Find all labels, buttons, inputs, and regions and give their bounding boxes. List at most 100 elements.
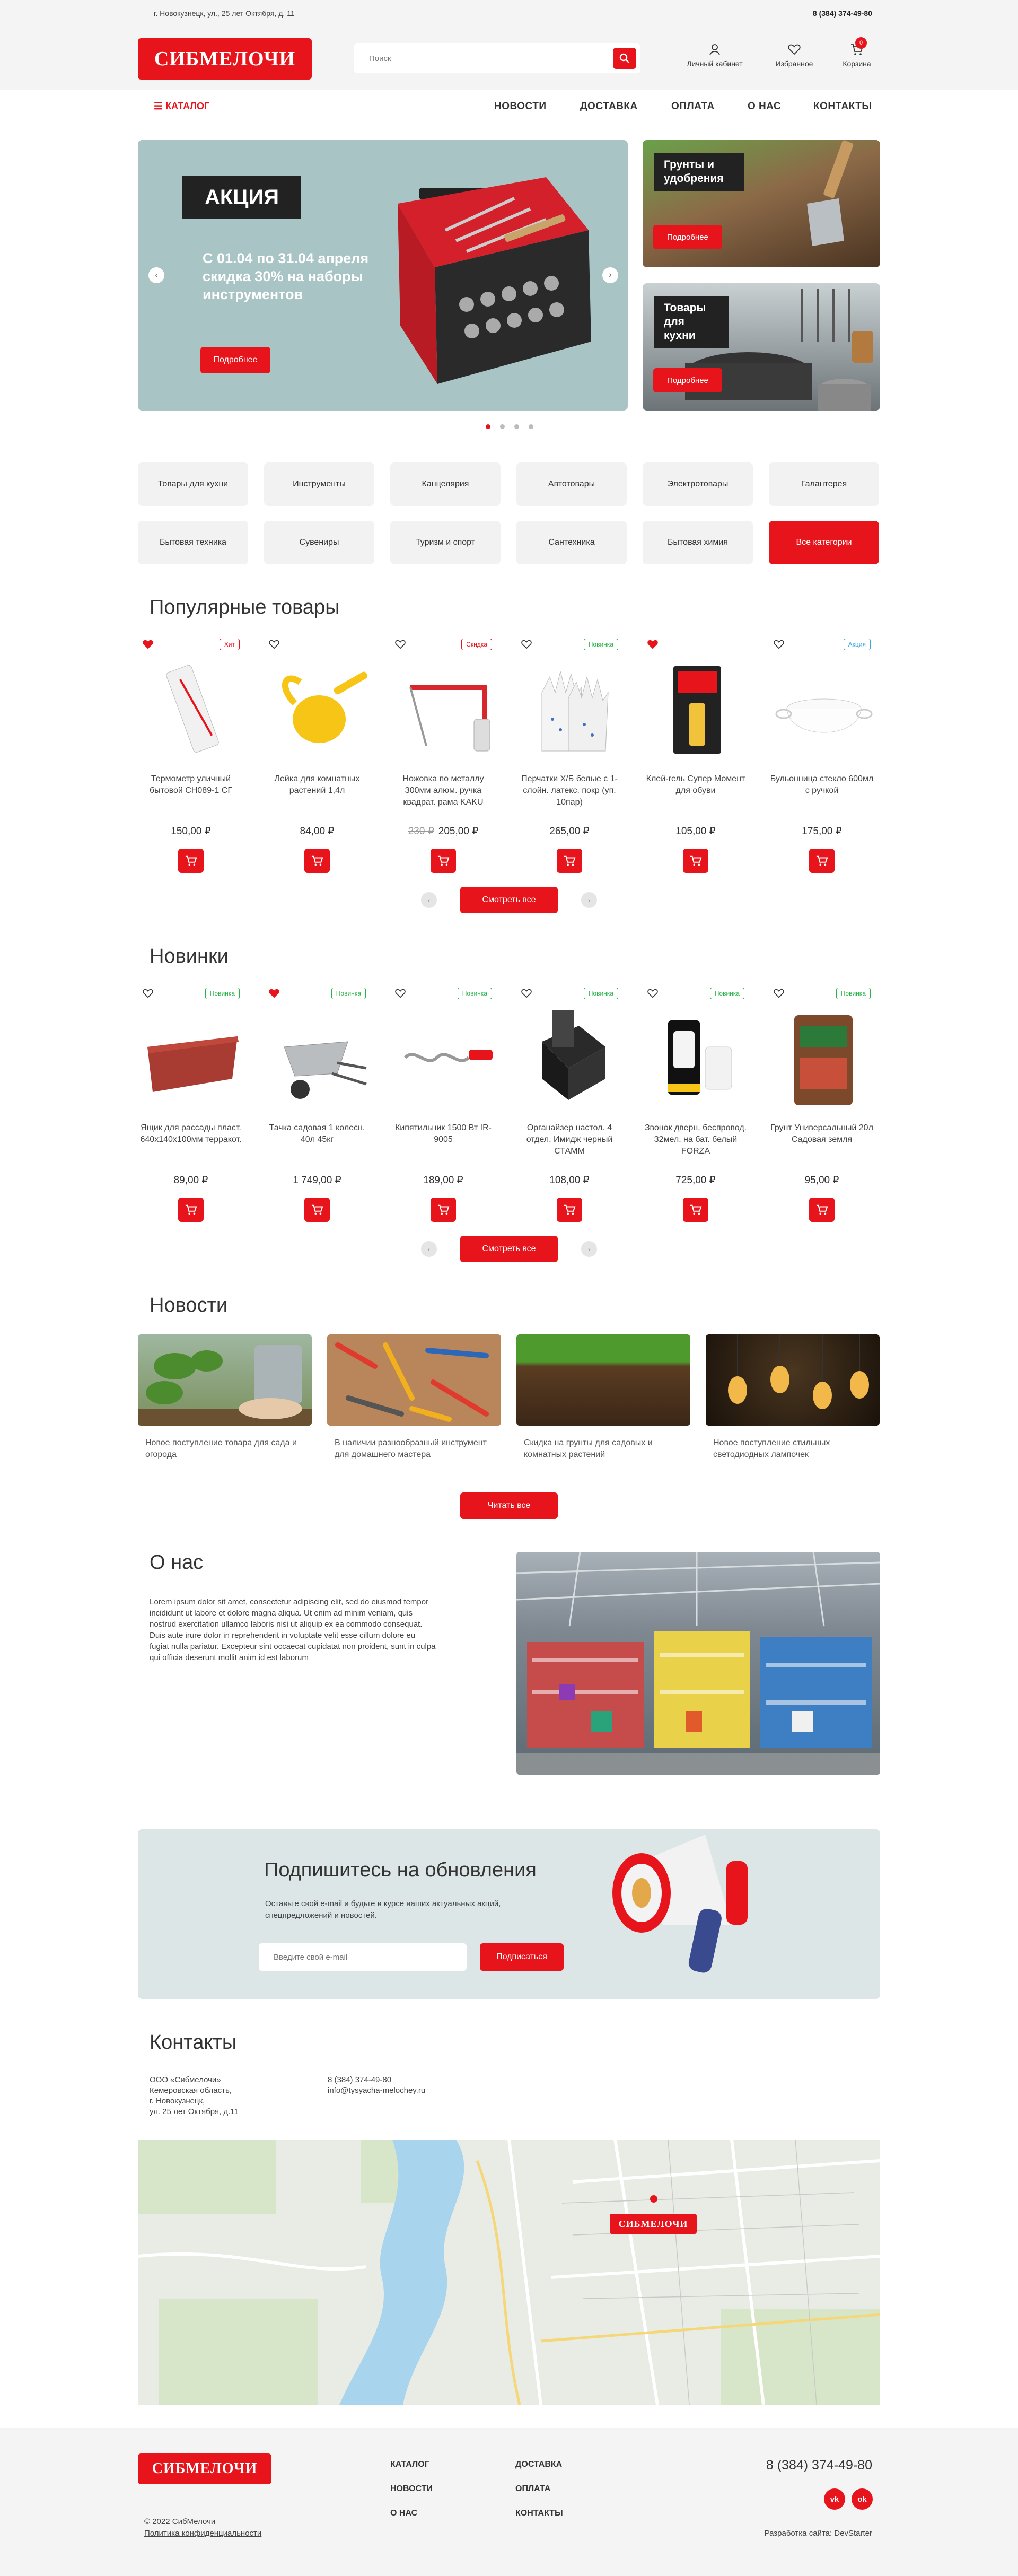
news-card[interactable]: Новое поступление товара для сада и огор… <box>138 1334 312 1461</box>
product-card[interactable]: Новинка Ящик для рассады пласт. 640x140x1… <box>138 985 244 1229</box>
glue-image[interactable] <box>647 656 749 759</box>
subscribe-email-input[interactable] <box>259 1943 467 1971</box>
subscribe-button[interactable]: Подписаться <box>480 1943 564 1971</box>
product-name[interactable]: Ящик для рассады пласт. 640x140x100мм те… <box>138 1122 244 1146</box>
nav-delivery[interactable]: ДОСТАВКА <box>580 101 638 112</box>
privacy-policy-link[interactable]: Политика конфиденциальности <box>144 2529 261 2538</box>
planter-box-image[interactable] <box>142 1005 244 1108</box>
product-name[interactable]: Клей-гель Супер Момент для обуви <box>643 773 749 797</box>
add-to-cart-button[interactable] <box>683 1198 708 1222</box>
add-to-cart-button[interactable] <box>557 1198 582 1222</box>
add-to-cart-button[interactable] <box>304 849 330 873</box>
add-to-cart-button[interactable] <box>304 1198 330 1222</box>
footer-link-payment[interactable]: ОПЛАТА <box>515 2484 550 2494</box>
soil-bag-image[interactable] <box>773 1005 875 1108</box>
footer-link-news[interactable]: НОВОСТИ <box>390 2484 433 2494</box>
product-name[interactable]: Звонок дверн. беспровод. 32мел. на бат. … <box>643 1122 749 1157</box>
popular-prev-arrow[interactable]: ‹ <box>421 892 437 908</box>
news-card[interactable]: В наличии разнообразный инструмент для д… <box>327 1334 501 1461</box>
product-card[interactable]: Скидка Ножовка по металлу 300мм алюм. руч… <box>390 636 496 880</box>
footer-logo[interactable]: СИБМЕЛОЧИ <box>138 2453 271 2484</box>
category-tile[interactable]: Автотовары <box>516 462 627 506</box>
search-input[interactable] <box>354 43 640 73</box>
category-tile[interactable]: Туризм и спорт <box>390 521 501 564</box>
add-to-cart-button[interactable] <box>683 849 708 873</box>
favorite-button[interactable] <box>647 988 659 1001</box>
new-prev-arrow[interactable]: ‹ <box>421 1241 437 1257</box>
top-phone[interactable]: 8 (384) 374-49-80 <box>813 9 872 18</box>
product-name[interactable]: Лейка для комнатных растений 1,4л <box>264 773 370 797</box>
gloves-image[interactable] <box>521 656 622 759</box>
product-name[interactable]: Кипятильник 1500 Вт IR-9005 <box>390 1122 496 1146</box>
product-card[interactable]: Акция Бульонница стекло 600мл с ручкой 175… <box>769 636 875 880</box>
category-all[interactable]: Все категории <box>769 521 879 564</box>
favorites-link[interactable]: Избранное <box>768 42 821 68</box>
footer-link-about[interactable]: О НАС <box>390 2509 417 2518</box>
category-tile[interactable]: Канцелярия <box>390 462 501 506</box>
favorite-button[interactable] <box>647 639 659 652</box>
add-to-cart-button[interactable] <box>809 1198 835 1222</box>
hero-dot[interactable] <box>486 424 490 429</box>
ok-icon[interactable]: ok <box>852 2488 873 2510</box>
product-card[interactable]: Новинка Органайзер настол. 4 отдел. Имидж… <box>516 985 622 1229</box>
category-tile[interactable]: Сувениры <box>264 521 374 564</box>
hero-details-button[interactable]: Подробнее <box>200 347 270 373</box>
add-to-cart-button[interactable] <box>431 849 456 873</box>
footer-link-delivery[interactable]: ДОСТАВКА <box>515 2460 562 2469</box>
product-card[interactable]: Лейка для комнатных растений 1,4л 84,00 ₽ <box>264 636 370 880</box>
product-name[interactable]: Органайзер настол. 4 отдел. Имидж черный… <box>516 1122 622 1157</box>
desk-organizer-image[interactable] <box>521 1005 622 1108</box>
category-tile[interactable]: Галантерея <box>769 462 879 506</box>
hacksaw-image[interactable] <box>394 656 496 759</box>
product-name[interactable]: Бульонница стекло 600мл с ручкой <box>769 773 875 797</box>
promo-kitchen[interactable]: Товары для кухни Подробнее <box>643 283 880 411</box>
product-card[interactable]: Новинка Звонок дверн. беспровод. 32мел. н… <box>643 985 749 1229</box>
product-card[interactable]: Новинка Кипятильник 1500 Вт IR-9005 189,00… <box>390 985 496 1229</box>
vk-icon[interactable]: vk <box>824 2488 845 2510</box>
product-name[interactable]: Перчатки Х/Б белые с 1-слойн. латекс. по… <box>516 773 622 808</box>
immersion-heater-image[interactable] <box>394 1005 496 1108</box>
thermometer-image[interactable] <box>142 656 244 759</box>
contact-email[interactable]: info@tysyacha-melochey.ru <box>328 2085 425 2096</box>
category-tile[interactable]: Инструменты <box>264 462 374 506</box>
category-tile[interactable]: Электротовары <box>643 462 753 506</box>
add-to-cart-button[interactable] <box>178 849 204 873</box>
map-pin-label[interactable]: СИБМЕЛОЧИ <box>610 2214 697 2234</box>
news-read-all-button[interactable]: Читать все <box>460 1492 558 1519</box>
add-to-cart-button[interactable] <box>809 849 835 873</box>
category-tile[interactable]: Товары для кухни <box>138 462 248 506</box>
product-name[interactable]: Термометр уличный бытовой СН089-1 СГ <box>138 773 244 797</box>
search-button[interactable] <box>613 48 636 69</box>
category-tile[interactable]: Бытовая химия <box>643 521 753 564</box>
catalog-menu-button[interactable]: ☰ КАТАЛОГ <box>154 101 209 112</box>
developer-credit[interactable]: Разработка сайта: DevStarter <box>765 2529 872 2538</box>
hero-dot[interactable] <box>514 424 519 429</box>
category-tile[interactable]: Сантехника <box>516 521 627 564</box>
favorite-button[interactable] <box>521 639 532 652</box>
footer-link-contacts[interactable]: КОНТАКТЫ <box>515 2509 563 2518</box>
popular-next-arrow[interactable]: › <box>581 892 597 908</box>
news-card[interactable]: Новое поступление стильных светодиодных … <box>706 1334 880 1461</box>
contact-phone[interactable]: 8 (384) 374-49-80 <box>328 2075 425 2085</box>
doorbell-image[interactable] <box>647 1005 749 1108</box>
category-tile[interactable]: Бытовая техника <box>138 521 248 564</box>
promo-soil[interactable]: Грунты и удобрения Подробнее <box>643 140 880 267</box>
popular-view-all-button[interactable]: Смотреть все <box>460 887 558 913</box>
favorite-button[interactable] <box>142 988 154 1001</box>
product-card[interactable]: Хит Термометр уличный бытовой СН089-1 СГ 1… <box>138 636 244 880</box>
location-map[interactable]: СИБМЕЛОЧИ <box>138 2140 880 2405</box>
footer-link-catalog[interactable]: КАТАЛОГ <box>390 2460 429 2469</box>
add-to-cart-button[interactable] <box>431 1198 456 1222</box>
wheelbarrow-image[interactable] <box>268 1005 370 1108</box>
site-logo[interactable]: СИБМЕЛОЧИ <box>138 38 312 80</box>
bowl-image[interactable] <box>773 656 875 759</box>
favorite-button[interactable] <box>773 988 785 1001</box>
product-card[interactable]: Новинка Перчатки Х/Б белые с 1-слойн. лат… <box>516 636 622 880</box>
promo-kitchen-button[interactable]: Подробнее <box>653 368 722 392</box>
new-view-all-button[interactable]: Смотреть все <box>460 1236 558 1262</box>
product-card[interactable]: Новинка Грунт Универсальный 20л Садовая з… <box>769 985 875 1229</box>
news-card[interactable]: Скидка на грунты для садовых и комнатных… <box>516 1334 690 1461</box>
account-link[interactable]: Личный кабинет <box>678 42 752 68</box>
nav-payment[interactable]: ОПЛАТА <box>671 101 715 112</box>
nav-news[interactable]: НОВОСТИ <box>494 101 547 112</box>
